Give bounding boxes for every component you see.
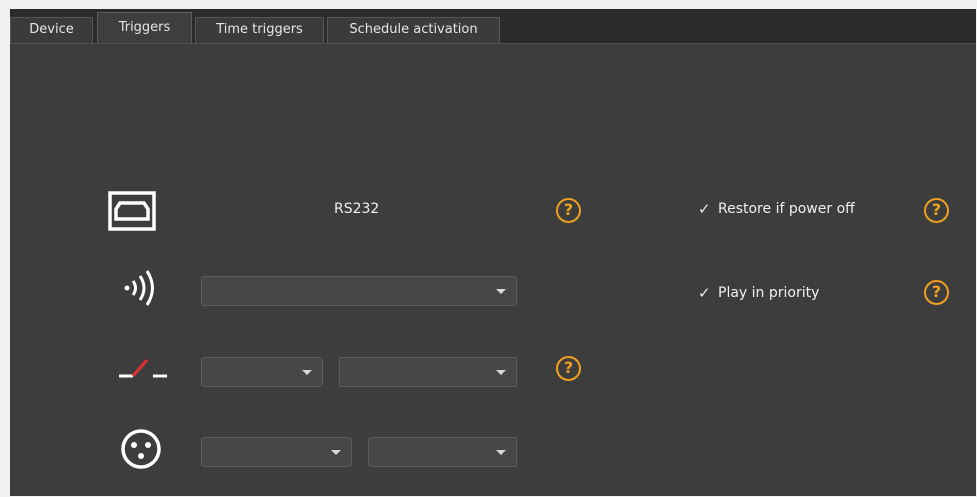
tab-device[interactable]: Device (10, 17, 93, 43)
restore-if-power-off-checkbox[interactable]: ✓ Restore if power off (698, 200, 855, 218)
chevron-down-icon (302, 370, 312, 375)
rs232-label: RS232 (334, 201, 380, 217)
dmx-select-1[interactable] (201, 437, 352, 467)
xlr-connector-icon (121, 429, 161, 469)
chevron-down-icon (496, 289, 506, 294)
triggers-content: RS232 ? ✓ Restore if power off ? ✓ Play … (10, 43, 976, 496)
chevron-down-icon (496, 370, 506, 375)
tab-time-triggers[interactable]: Time triggers (195, 17, 324, 43)
checkmark-icon: ✓ (698, 200, 711, 218)
play-in-priority-checkbox[interactable]: ✓ Play in priority (698, 284, 819, 302)
restore-help-icon[interactable]: ? (924, 198, 949, 223)
wireless-signal-icon (124, 270, 154, 306)
tab-triggers[interactable]: Triggers (97, 12, 192, 44)
priority-help-icon[interactable]: ? (924, 280, 949, 305)
triggers-panel: Device Triggers Time triggers Schedule a… (10, 9, 976, 496)
contact-help-icon[interactable]: ? (556, 356, 581, 381)
checkmark-icon: ✓ (698, 284, 711, 302)
tab-schedule-activation[interactable]: Schedule activation (327, 17, 500, 43)
wireless-select[interactable] (201, 276, 517, 306)
tab-bar: Device Triggers Time triggers Schedule a… (10, 9, 976, 44)
restore-if-power-off-label: Restore if power off (718, 201, 855, 217)
contact-switch-icon (119, 359, 167, 378)
rs232-help-icon[interactable]: ? (556, 198, 581, 223)
play-in-priority-label: Play in priority (718, 285, 820, 301)
chevron-down-icon (496, 450, 506, 455)
dmx-select-2[interactable] (368, 437, 517, 467)
contact-select-1[interactable] (201, 357, 323, 387)
serial-port-icon (108, 191, 156, 231)
contact-select-2[interactable] (339, 357, 517, 387)
chevron-down-icon (331, 450, 341, 455)
